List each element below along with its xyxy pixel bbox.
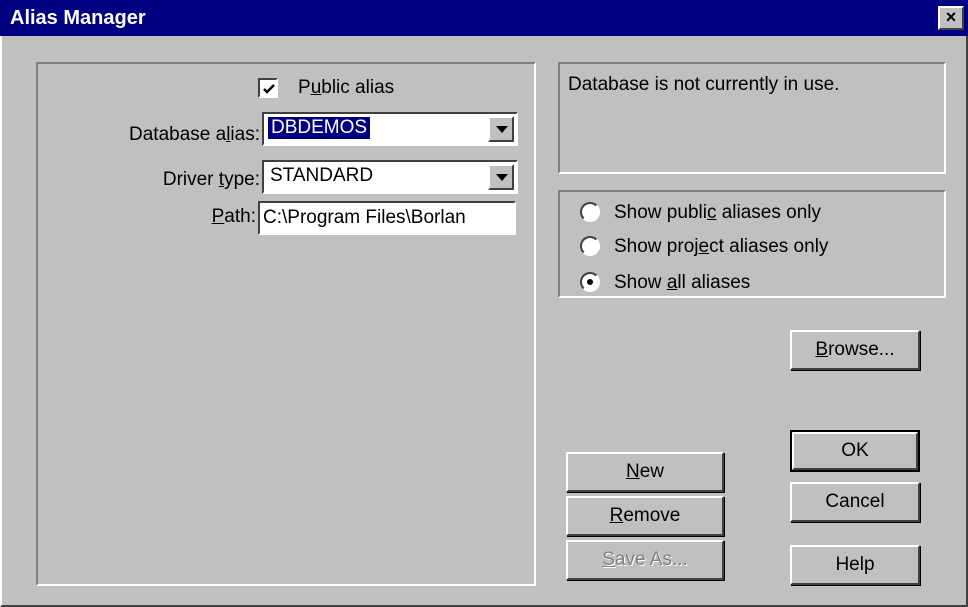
status-text: Database is not currently in use. [568, 74, 840, 95]
save-as-button[interactable]: Save As... [566, 540, 724, 580]
remove-button[interactable]: Remove [566, 496, 724, 536]
driver-type-value: STANDARD [270, 165, 374, 186]
browse-button[interactable]: Browse... [790, 330, 920, 370]
title-bar: Alias Manager × [0, 0, 968, 36]
ok-button[interactable]: OK [790, 430, 920, 472]
radio-public-aliases[interactable] [580, 202, 600, 222]
status-box: Database is not currently in use. [558, 62, 946, 174]
path-value: C:\Program Files\Borlan [263, 207, 466, 228]
database-alias-combo[interactable]: DBDEMOS [262, 112, 518, 146]
new-button[interactable]: New [566, 452, 724, 492]
public-alias-checkbox[interactable] [258, 78, 278, 98]
close-button[interactable]: × [938, 6, 964, 30]
path-label: Path: [211, 206, 256, 227]
cancel-button[interactable]: Cancel [790, 482, 920, 522]
chevron-down-icon[interactable] [488, 116, 514, 142]
public-alias-label[interactable]: Public alias [298, 77, 394, 99]
checkmark-icon [263, 84, 275, 94]
database-alias-value: DBDEMOS [268, 117, 371, 139]
radio-public-aliases-label[interactable]: Show public aliases only [614, 202, 821, 224]
radio-all-aliases-label[interactable]: Show all aliases [614, 272, 750, 294]
help-button[interactable]: Help [790, 545, 920, 585]
chevron-down-icon[interactable] [488, 164, 514, 190]
path-input[interactable]: C:\Program Files\Borlan [258, 201, 516, 235]
database-alias-label: Database alias: [129, 124, 260, 145]
close-icon: × [945, 7, 957, 27]
radio-project-aliases[interactable] [580, 236, 600, 256]
driver-type-label: Driver type: [162, 169, 260, 190]
driver-type-combo[interactable]: STANDARD [262, 160, 518, 194]
radio-project-aliases-label[interactable]: Show project aliases only [614, 236, 828, 258]
window-title: Alias Manager [10, 7, 146, 29]
radio-all-aliases[interactable] [580, 272, 600, 292]
